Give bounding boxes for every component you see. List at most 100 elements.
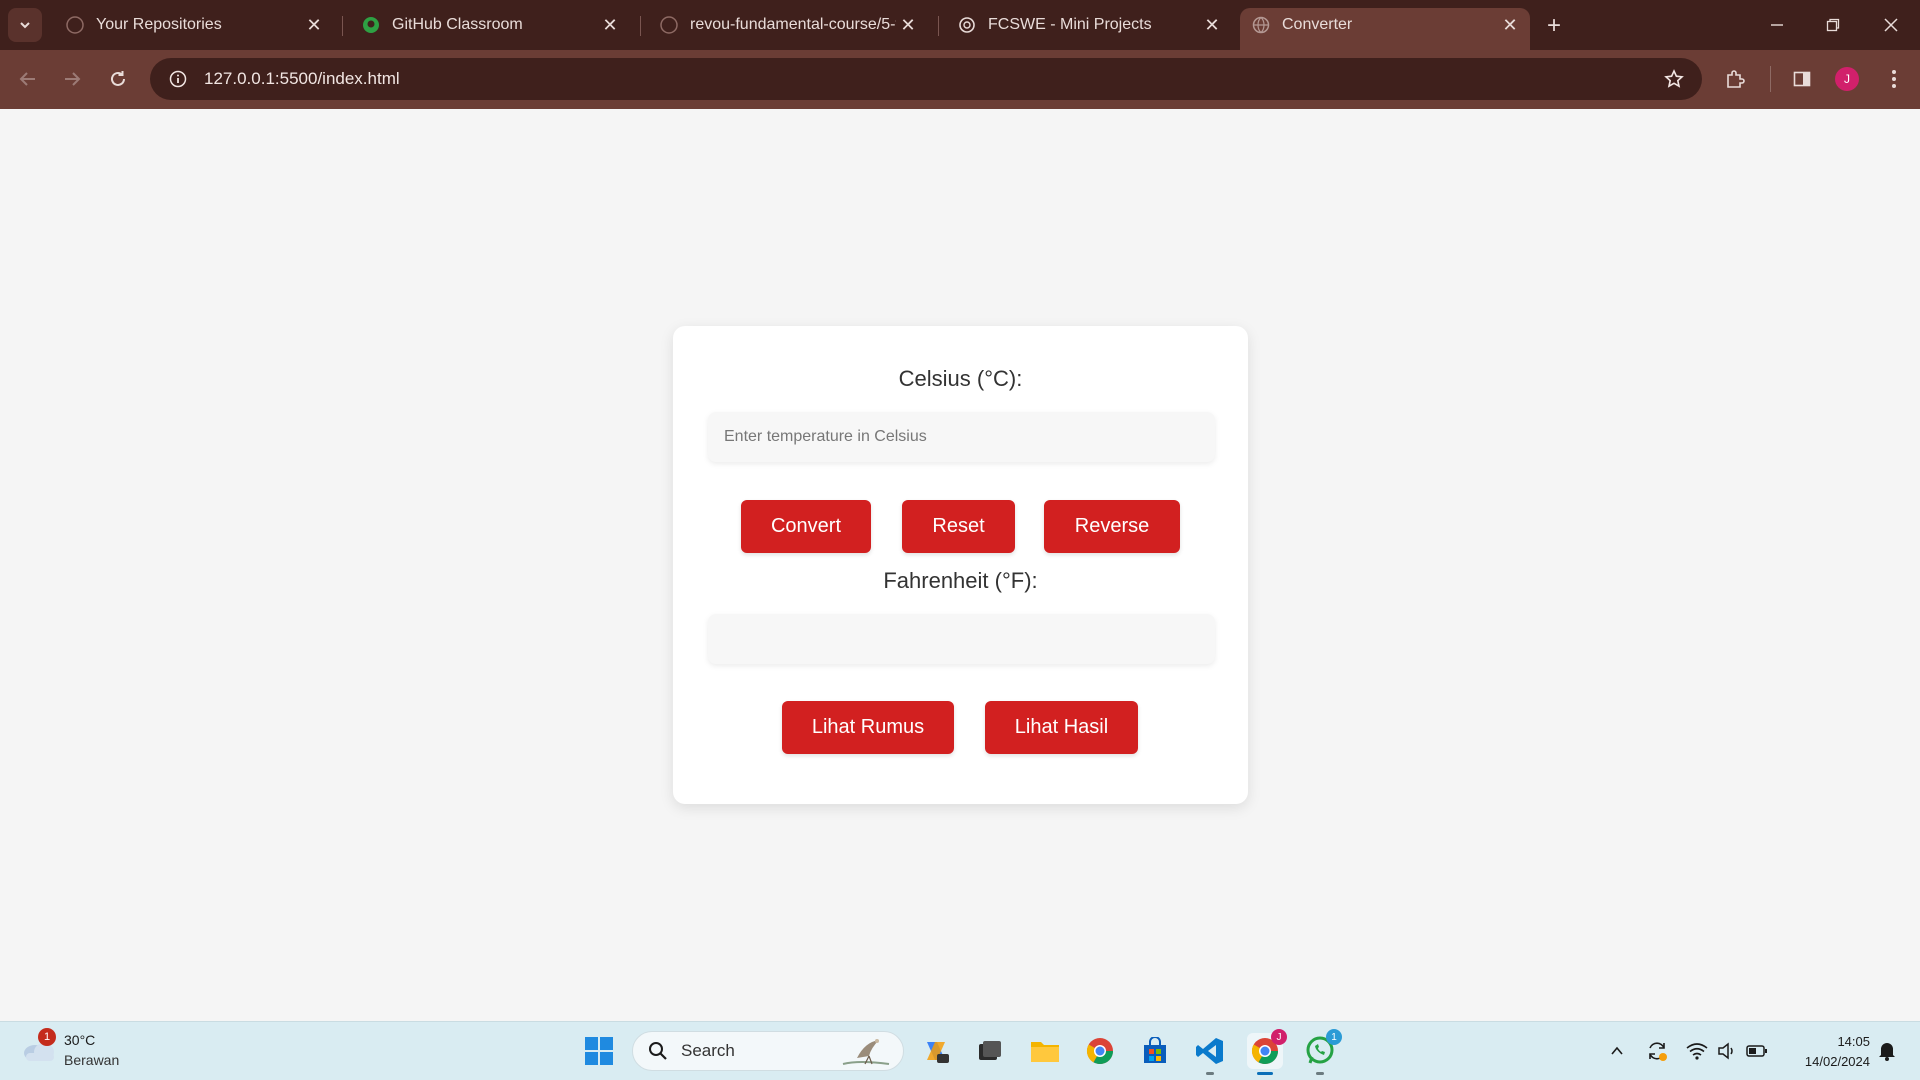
folder-icon: [1031, 1042, 1059, 1062]
extensions-button[interactable]: [1719, 63, 1751, 95]
whatsapp-app[interactable]: 1: [1302, 1029, 1342, 1075]
github-icon: [66, 16, 84, 34]
chevron-down-icon: [20, 22, 30, 29]
minimize-icon: [1771, 24, 1783, 26]
github-classroom-icon: [362, 16, 380, 34]
battery-icon: [1746, 1045, 1767, 1057]
side-panel-button[interactable]: [1786, 63, 1818, 95]
taskbar-search[interactable]: Search: [632, 1031, 904, 1071]
weather-badge: 1: [38, 1028, 56, 1046]
browser-tab-bar: Your Repositories ✕ GitHub Classroom ✕ r…: [0, 0, 1920, 50]
side-panel-icon: [1793, 71, 1811, 87]
wifi-icon: [1686, 1043, 1708, 1060]
search-highlight-bird-icon: [842, 1039, 890, 1065]
reload-icon: [111, 71, 125, 86]
tab-search-button[interactable]: [8, 8, 42, 42]
bell-icon: [1879, 1043, 1895, 1061]
site-info-icon[interactable]: [158, 70, 198, 88]
fahrenheit-label: Fahrenheit (°F):: [883, 568, 1038, 593]
close-icon[interactable]: ✕: [1498, 13, 1522, 37]
copilot-app[interactable]: [918, 1033, 954, 1069]
close-icon[interactable]: ✕: [1200, 13, 1224, 37]
toolbar-divider: [1770, 66, 1771, 92]
windows-start-icon[interactable]: [584, 1036, 614, 1066]
clock-date: 14/02/2024: [1804, 1054, 1870, 1069]
reload-button[interactable]: [102, 63, 134, 95]
running-indicator: [1206, 1072, 1214, 1075]
vscode-app[interactable]: [1192, 1033, 1228, 1075]
kebab-menu-icon: [1892, 70, 1896, 88]
tab-revou-course[interactable]: revou-fundamental-course/5-fe ✕: [648, 8, 928, 42]
search-label: Search: [681, 1041, 735, 1060]
forward-button[interactable]: [56, 63, 88, 95]
running-indicator: [1316, 1072, 1324, 1075]
puzzle-icon: [1727, 70, 1745, 88]
globe-icon: [1252, 16, 1270, 34]
tab-github-classroom[interactable]: GitHub Classroom ✕: [350, 8, 630, 42]
celsius-input[interactable]: [708, 412, 1215, 462]
restore-button[interactable]: [1805, 6, 1861, 44]
convert-button[interactable]: Convert: [741, 500, 871, 553]
microsoft-store-app[interactable]: [1137, 1033, 1173, 1069]
restore-icon: [1826, 18, 1840, 32]
clock-time: 14:05: [1837, 1034, 1870, 1049]
chrome-profile-app[interactable]: J: [1247, 1029, 1287, 1075]
tab-label: revou-fundamental-course/5-fe: [690, 16, 896, 33]
sync-status[interactable]: [1644, 1038, 1670, 1064]
running-indicator: [1257, 1072, 1273, 1075]
vscode-icon: [1196, 1038, 1223, 1064]
tab-divider: [342, 16, 343, 36]
celsius-label: Celsius (°C):: [898, 366, 1023, 391]
reset-button[interactable]: Reset: [902, 500, 1015, 553]
chrome-icon: [1086, 1038, 1114, 1065]
address-bar[interactable]: 127.0.0.1:5500/index.html: [150, 58, 1702, 100]
lihat-hasil-button[interactable]: Lihat Hasil: [985, 701, 1138, 754]
url-text[interactable]: 127.0.0.1:5500/index.html: [204, 69, 1654, 89]
chrome-profile-badge: J: [1271, 1029, 1287, 1045]
windows-taskbar: 1 30°C Berawan Search J 1 14:05 14/02/20…: [0, 1021, 1920, 1080]
back-button[interactable]: [12, 63, 44, 95]
show-hidden-icons-button[interactable]: [1604, 1038, 1630, 1064]
browser-toolbar: 127.0.0.1:5500/index.html: [0, 50, 1920, 109]
new-tab-button[interactable]: +: [1540, 12, 1568, 40]
arrow-left-icon: [19, 72, 35, 86]
tab-label: Your Repositories: [96, 16, 222, 33]
close-window-button[interactable]: [1863, 6, 1919, 44]
chevron-up-icon: [1611, 1046, 1623, 1055]
wifi-status[interactable]: [1684, 1038, 1710, 1064]
github-icon: [660, 16, 678, 34]
task-view-icon: [979, 1041, 1001, 1060]
file-explorer-app[interactable]: [1027, 1033, 1063, 1069]
openai-icon: [958, 16, 976, 34]
tab-divider: [640, 16, 641, 36]
weather-description: Berawan: [64, 1052, 120, 1068]
reverse-button[interactable]: Reverse: [1044, 500, 1180, 553]
bookmark-star-icon[interactable]: [1654, 69, 1694, 89]
profile-avatar[interactable]: J: [1835, 67, 1859, 91]
sync-icon: [1649, 1042, 1667, 1061]
store-icon: [1144, 1037, 1166, 1063]
tab-your-repositories[interactable]: Your Repositories ✕: [54, 8, 334, 42]
tab-fcswe-mini-projects[interactable]: FCSWE - Mini Projects ✕: [946, 8, 1232, 42]
weather-temperature: 30°C: [64, 1032, 96, 1048]
tab-label: Converter: [1282, 16, 1353, 33]
converter-card: Celsius (°C): Convert Reset Reverse Fahr…: [673, 326, 1248, 804]
task-view-app[interactable]: [972, 1033, 1008, 1069]
lihat-rumus-button[interactable]: Lihat Rumus: [782, 701, 954, 754]
notifications-button[interactable]: [1874, 1038, 1900, 1064]
browser-menu-button[interactable]: [1878, 63, 1910, 95]
close-icon[interactable]: ✕: [302, 13, 326, 37]
fahrenheit-output[interactable]: [708, 614, 1215, 664]
close-icon[interactable]: ✕: [598, 13, 622, 37]
system-clock[interactable]: 14:05 14/02/2024: [1780, 1032, 1870, 1072]
copilot-icon: [927, 1042, 949, 1063]
close-icon[interactable]: ✕: [896, 13, 920, 37]
battery-status[interactable]: [1744, 1038, 1770, 1064]
tab-converter[interactable]: Converter ✕: [1240, 8, 1530, 50]
chrome-app[interactable]: [1082, 1033, 1118, 1069]
minimize-button[interactable]: [1749, 6, 1805, 44]
tab-label: GitHub Classroom: [392, 16, 523, 33]
volume-status[interactable]: [1714, 1038, 1740, 1064]
tab-label: FCSWE - Mini Projects: [988, 16, 1152, 33]
speaker-icon: [1718, 1042, 1733, 1060]
